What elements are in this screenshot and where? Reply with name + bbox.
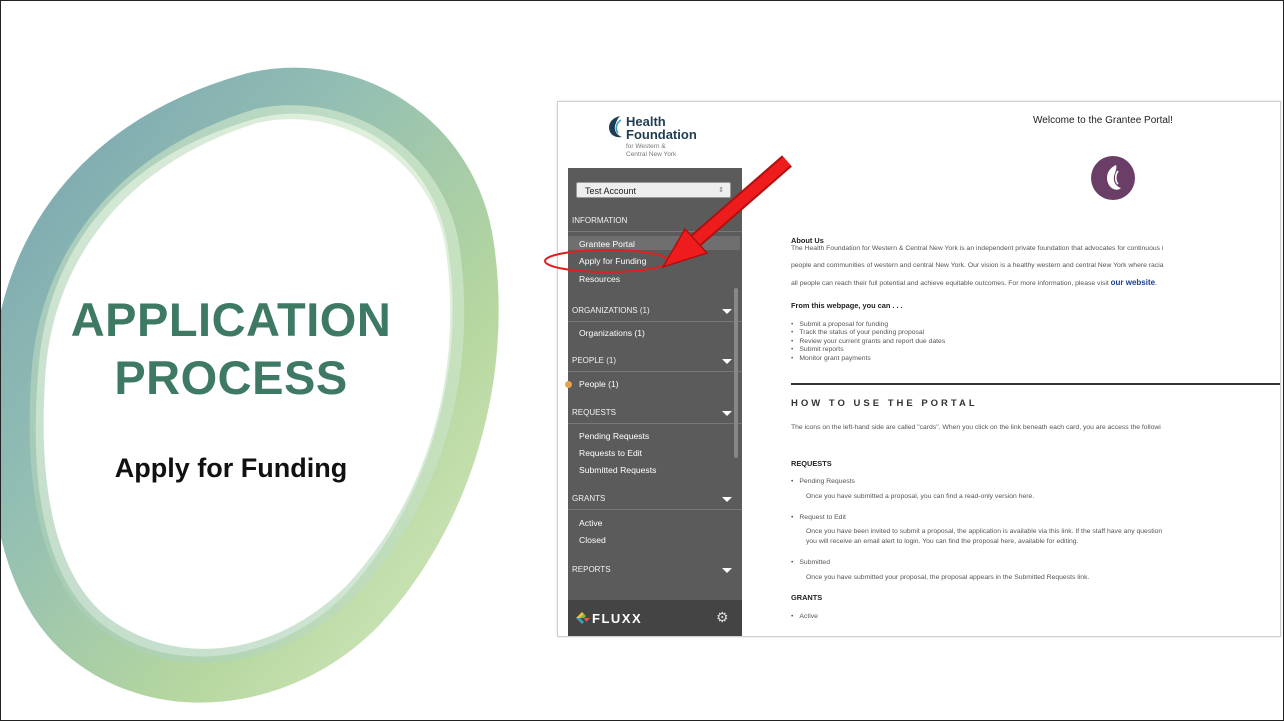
slide: APPLICATION PROCESS Apply for Funding He…	[0, 0, 1284, 721]
red-arrow-icon	[661, 155, 792, 269]
annotation-overlay	[544, 155, 792, 273]
highlight-ellipse	[544, 249, 670, 273]
